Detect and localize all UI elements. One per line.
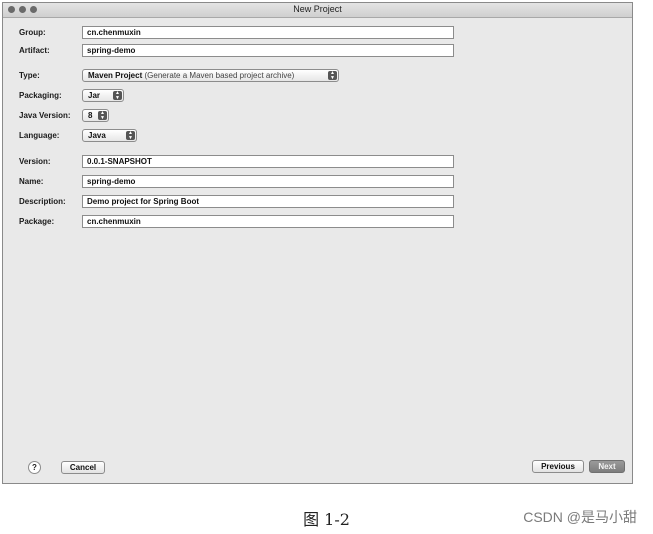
new-project-window: New Project Group: cn.chenmuxin Artifact… [2, 2, 633, 484]
java-version-label: Java Version: [19, 111, 71, 120]
group-label: Group: [19, 28, 46, 37]
description-input[interactable]: Demo project for Spring Boot [82, 195, 454, 208]
packaging-select[interactable]: Jar ▲ ▼ [82, 89, 124, 102]
type-label: Type: [19, 71, 40, 80]
name-input[interactable]: spring-demo [82, 175, 454, 188]
version-label: Version: [19, 157, 51, 166]
packaging-label: Packaging: [19, 91, 62, 100]
window-title: New Project [293, 4, 342, 14]
csdn-watermark: CSDN @是马小甜 [523, 509, 637, 525]
name-label: Name: [19, 177, 44, 186]
artifact-input[interactable]: spring-demo [82, 44, 454, 57]
type-select[interactable]: Maven Project (Generate a Maven based pr… [82, 69, 339, 82]
group-input[interactable]: cn.chenmuxin [82, 26, 454, 39]
up-down-arrows-icon: ▲ ▼ [328, 71, 337, 80]
package-input[interactable]: cn.chenmuxin [82, 215, 454, 228]
next-button[interactable]: Next [589, 460, 625, 473]
up-down-arrows-icon: ▲ ▼ [113, 91, 122, 100]
up-down-arrows-icon: ▲ ▼ [98, 111, 107, 120]
up-down-arrows-icon: ▲ ▼ [126, 131, 135, 140]
previous-button[interactable]: Previous [532, 460, 584, 473]
type-hint: (Generate a Maven based project archive) [144, 71, 295, 80]
type-value: Maven Project [88, 71, 143, 80]
title-bar: New Project [3, 3, 632, 18]
description-label: Description: [19, 197, 66, 206]
java-version-select[interactable]: 8 ▲ ▼ [82, 109, 109, 122]
package-label: Package: [19, 217, 55, 226]
version-input[interactable]: 0.0.1-SNAPSHOT [82, 155, 454, 168]
language-label: Language: [19, 131, 60, 140]
language-value: Java [88, 131, 106, 140]
cancel-button[interactable]: Cancel [61, 461, 105, 474]
java-version-value: 8 [88, 111, 93, 120]
packaging-value: Jar [88, 91, 101, 100]
language-select[interactable]: Java ▲ ▼ [82, 129, 137, 142]
artifact-label: Artifact: [19, 46, 50, 55]
help-button[interactable]: ? [28, 461, 41, 474]
